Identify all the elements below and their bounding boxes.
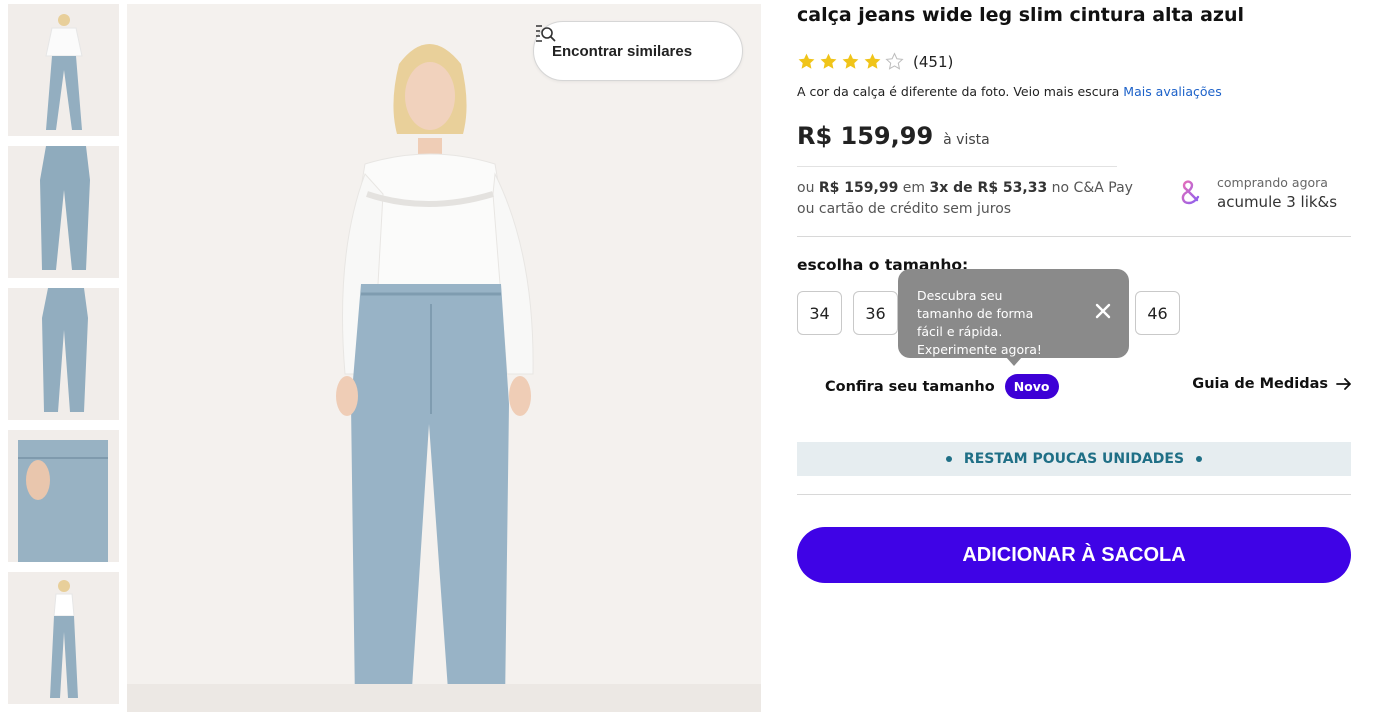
size-option[interactable]: 34 <box>797 291 842 335</box>
thumbnail-list <box>8 4 119 712</box>
installment-line2: ou cartão de crédito sem juros <box>797 201 1012 217</box>
product-title: calça jeans wide leg slim cintura alta a… <box>797 4 1244 26</box>
divider <box>797 166 1117 167</box>
dot-icon <box>945 456 952 462</box>
price-block: R$ 159,99 à vista <box>797 122 990 150</box>
divider <box>797 236 1351 237</box>
check-size-label: Confira seu tamanho <box>825 378 995 395</box>
price-value: R$ 159,99 <box>797 122 934 150</box>
likes-big-text: acumule 3 lik&s <box>1217 193 1338 211</box>
installment-plan: 3x de R$ 53,33 <box>929 180 1048 196</box>
star-filled-icon <box>842 53 859 69</box>
close-icon[interactable] <box>1093 301 1113 321</box>
thumbnail-4[interactable] <box>8 430 119 562</box>
size-option[interactable]: 46 <box>1135 291 1180 335</box>
star-filled-icon <box>798 53 815 69</box>
ampersand-icon <box>1181 180 1200 205</box>
installment-suffix: no C&A Pay <box>1051 180 1133 196</box>
divider <box>797 494 1351 495</box>
likes-promo: comprando agora acumule 3 lik&s <box>1177 175 1337 211</box>
installment-total: R$ 159,99 <box>818 180 899 196</box>
size-guide-link[interactable]: Guia de Medidas <box>1192 376 1352 392</box>
more-reviews-link[interactable]: Mais avaliações <box>1123 84 1221 99</box>
size-option[interactable]: 36 <box>853 291 898 335</box>
thumbnail-5[interactable] <box>8 572 119 704</box>
add-to-bag-button[interactable]: ADICIONAR À SACOLA <box>797 527 1351 583</box>
thumbnail-1[interactable] <box>8 4 119 136</box>
model-illustration <box>127 4 761 712</box>
low-stock-label: RESTAM POUCAS UNIDADES <box>963 451 1185 467</box>
check-size-link[interactable]: Confira seu tamanho Novo <box>825 374 1059 399</box>
size-tooltip: Descubra seu tamanho de forma fácil e rá… <box>898 269 1129 366</box>
product-page: Encontrar similares calça jeans wide leg… <box>0 0 1395 712</box>
main-product-image[interactable]: Encontrar similares <box>127 4 761 712</box>
review-text: A cor da calça é diferente da foto. Veio… <box>797 84 1120 99</box>
tooltip-arrow <box>1006 357 1022 366</box>
find-similar-label: Encontrar similares <box>552 42 693 60</box>
review-count: (451) <box>913 52 954 71</box>
thumbnail-2[interactable] <box>8 146 119 278</box>
tooltip-text: Descubra seu tamanho de forma fácil e rá… <box>917 288 1042 357</box>
likes-small-text: comprando agora <box>1217 175 1328 190</box>
find-similar-button[interactable]: Encontrar similares <box>533 21 743 81</box>
new-badge: Novo <box>1004 374 1059 399</box>
star-filled-icon <box>864 53 881 69</box>
size-guide-label: Guia de Medidas <box>1192 376 1328 392</box>
rating[interactable]: (451) <box>797 52 953 71</box>
visual-search-icon <box>536 25 556 42</box>
star-empty-icon <box>885 52 904 70</box>
review-snippet: A cor da calça é diferente da foto. Veio… <box>797 84 1222 99</box>
dot-icon <box>1196 456 1203 462</box>
price-suffix: à vista <box>943 132 990 148</box>
thumbnail-3[interactable] <box>8 288 119 420</box>
installments-info: ou R$ 159,99 em 3x de R$ 53,33 no C&A Pa… <box>797 178 1133 220</box>
arrow-right-icon <box>1336 378 1351 390</box>
star-filled-icon <box>820 53 837 69</box>
installment-prefix: ou <box>797 180 815 196</box>
installment-mid: em <box>902 180 926 196</box>
low-stock-banner: RESTAM POUCAS UNIDADES <box>797 442 1351 476</box>
